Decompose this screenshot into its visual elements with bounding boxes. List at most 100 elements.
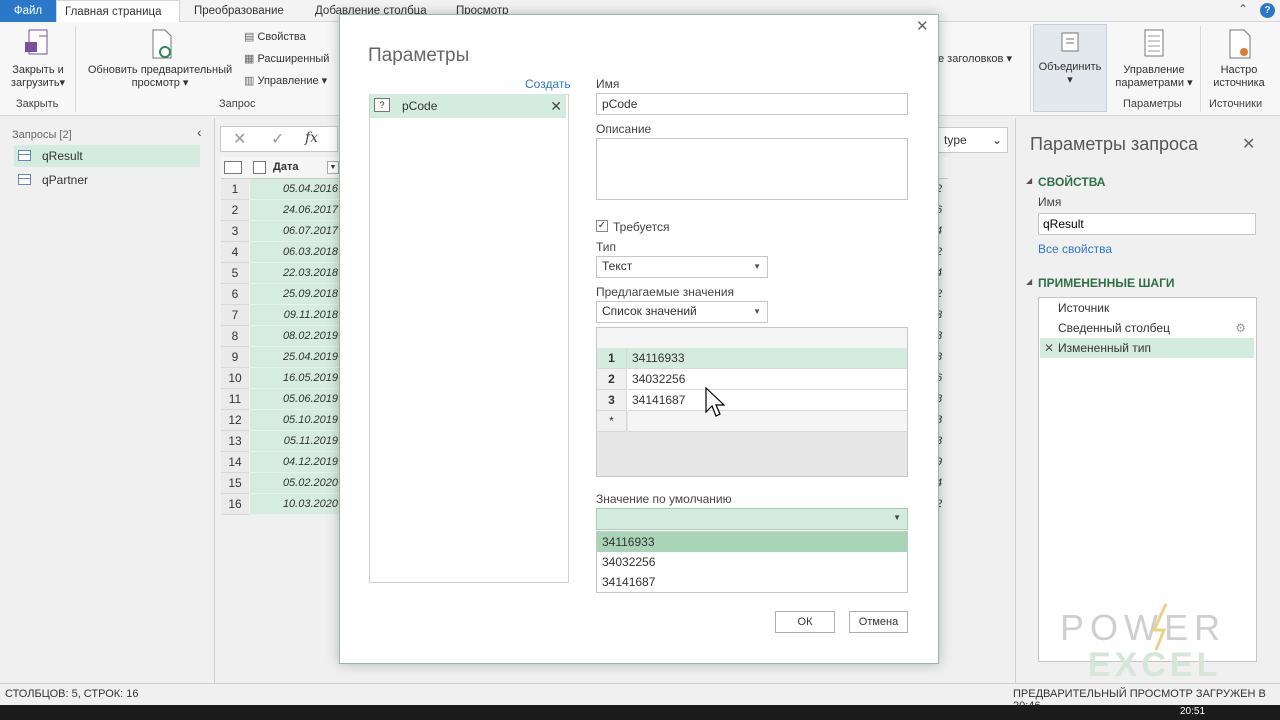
manage-button[interactable]: ▥ Управление ▾ (244, 71, 327, 91)
collapse-triangle-icon[interactable]: ◢ (1026, 176, 1032, 185)
create-parameter-link[interactable]: Создать (525, 77, 571, 91)
cancel-formula-icon[interactable]: ✕ (233, 129, 246, 149)
date-type-icon[interactable] (253, 161, 266, 174)
use-headers-button[interactable]: е заголовков ▾ (938, 49, 1012, 69)
delete-step-icon[interactable]: ✕ (1044, 338, 1054, 358)
date-cell[interactable]: 05.02.2020 (250, 473, 340, 494)
query-item-label: qPartner (42, 173, 89, 187)
step-pivoted-column[interactable]: Сведенный столбец ⚙ (1040, 318, 1254, 338)
step-changed-type[interactable]: ✕ Измененный тип (1040, 338, 1254, 358)
default-value-label: Значение по умолчанию (596, 492, 732, 506)
row-number[interactable]: 2 (221, 200, 249, 221)
parameter-item-label: pCode (402, 99, 438, 113)
column-header-date[interactable]: Дата (273, 161, 298, 173)
combine-button[interactable]: Объединить ▾ (1033, 24, 1107, 112)
row-number[interactable]: 14 (221, 452, 249, 473)
chevron-down-icon: ⌄ (991, 133, 1002, 147)
confirm-formula-icon[interactable]: ✓ (271, 129, 284, 149)
row-number[interactable]: 6 (221, 284, 249, 305)
tab-file[interactable]: Файл (0, 0, 56, 22)
default-value-option[interactable]: 34116933 (597, 532, 907, 552)
description-field-label: Описание (596, 122, 652, 136)
date-cell[interactable]: 24.06.2017 (250, 200, 340, 221)
name-label: Имя (1038, 195, 1062, 209)
values-row[interactable]: 3 34141687 (597, 390, 907, 411)
values-row[interactable]: 1 34116933 (597, 348, 907, 369)
row-number[interactable]: 13 (221, 431, 249, 452)
filter-dropdown-icon[interactable]: ▼ (327, 161, 339, 174)
collapse-ribbon-icon[interactable]: ⌃ (1238, 2, 1248, 16)
cancel-button[interactable]: Отмена (849, 611, 908, 633)
default-value-dropdown[interactable]: ▼ (596, 508, 908, 530)
row-number[interactable]: 4 (221, 242, 249, 263)
type-dropdown[interactable]: type ⌄ (938, 127, 1008, 153)
row-number[interactable]: 5 (221, 263, 249, 284)
query-item-qresult[interactable]: qResult (14, 145, 200, 167)
values-cell[interactable]: 34032256 (628, 369, 907, 390)
row-number[interactable]: 11 (221, 389, 249, 410)
values-cell[interactable]: 34116933 (628, 348, 907, 369)
date-cell[interactable]: 05.10.2019 (250, 410, 340, 431)
parameter-name-input[interactable] (596, 93, 908, 115)
row-number[interactable]: 9 (221, 347, 249, 368)
suggested-values-dropdown[interactable]: Список значений ▼ (596, 301, 768, 323)
all-properties-link[interactable]: Все свойства (1038, 242, 1112, 256)
advanced-editor-button[interactable]: ▦ Расширенный (244, 49, 329, 69)
date-cell[interactable]: 09.11.2018 (250, 305, 340, 326)
group-query-label: Запрос (219, 98, 256, 110)
row-number[interactable]: 3 (221, 221, 249, 242)
date-cell[interactable]: 06.03.2018 (250, 242, 340, 263)
date-cell[interactable]: 08.02.2019 (250, 326, 340, 347)
new-row-cell[interactable] (628, 411, 907, 432)
query-name-input[interactable] (1038, 213, 1256, 235)
manage-parameters-button[interactable]: Управление параметрами ▾ (1112, 28, 1196, 90)
collapse-triangle-icon[interactable]: ◢ (1026, 277, 1032, 286)
date-cell[interactable]: 25.09.2018 (250, 284, 340, 305)
values-new-row[interactable]: * (597, 411, 907, 432)
fx-icon[interactable]: fx (305, 130, 318, 146)
delete-parameter-icon[interactable]: ✕ (550, 94, 562, 118)
date-cell[interactable]: 16.05.2019 (250, 368, 340, 389)
dialog-close-icon[interactable]: ✕ (916, 17, 929, 35)
properties-button[interactable]: ▤ Свойства (244, 27, 306, 47)
required-checkbox[interactable]: ✓ (596, 220, 608, 232)
type-dropdown-field[interactable]: Текст ▼ (596, 256, 768, 278)
help-icon[interactable]: ? (1260, 3, 1275, 18)
row-number[interactable]: 12 (221, 410, 249, 431)
manage-icon: ▥ (244, 75, 258, 87)
date-cell[interactable]: 25.04.2019 (250, 347, 340, 368)
date-cell[interactable]: 05.11.2019 (250, 431, 340, 452)
row-number[interactable]: 7 (221, 305, 249, 326)
date-cell[interactable]: 22.03.2018 (250, 263, 340, 284)
refresh-label: Обновить предварительный (87, 64, 233, 76)
step-source[interactable]: Источник (1040, 298, 1254, 318)
gear-icon[interactable]: ⚙ (1235, 318, 1246, 338)
row-number[interactable]: 16 (221, 494, 249, 515)
row-number[interactable]: 15 (221, 473, 249, 494)
parameter-item-pcode[interactable]: ? pCode ✕ (370, 94, 566, 118)
row-number[interactable]: 10 (221, 368, 249, 389)
default-value-option[interactable]: 34141687 (597, 572, 907, 592)
new-row-marker: * (597, 411, 627, 432)
close-icon[interactable]: ✕ (1242, 134, 1255, 154)
date-cell[interactable]: 10.03.2020 (250, 494, 340, 515)
date-cell[interactable]: 04.12.2019 (250, 452, 340, 473)
default-value-option[interactable]: 34032256 (597, 552, 907, 572)
source-settings-button[interactable]: Настро источника (1204, 28, 1274, 90)
ok-button[interactable]: ОК (775, 611, 835, 633)
values-cell[interactable]: 34141687 (628, 390, 907, 411)
values-row[interactable]: 2 34032256 (597, 369, 907, 390)
tab-home[interactable]: Главная страница (56, 0, 180, 22)
close-load-button[interactable]: Закрыть и загрузить▾ (6, 28, 70, 90)
refresh-preview-button[interactable]: Обновить предварительный просмотр ▾ (80, 28, 240, 90)
date-cell[interactable]: 05.04.2016 (250, 179, 340, 200)
row-number[interactable]: 1 (221, 179, 249, 200)
collapse-pane-icon[interactable]: ‹ (197, 124, 202, 140)
date-cell[interactable]: 05.06.2019 (250, 389, 340, 410)
table-menu-icon[interactable] (224, 161, 242, 174)
date-cell[interactable]: 06.07.2017 (250, 221, 340, 242)
description-textarea[interactable] (596, 138, 908, 200)
query-item-qpartner[interactable]: qPartner (14, 169, 200, 191)
tab-transform[interactable]: Преобразование (186, 0, 292, 22)
row-number[interactable]: 8 (221, 326, 249, 347)
